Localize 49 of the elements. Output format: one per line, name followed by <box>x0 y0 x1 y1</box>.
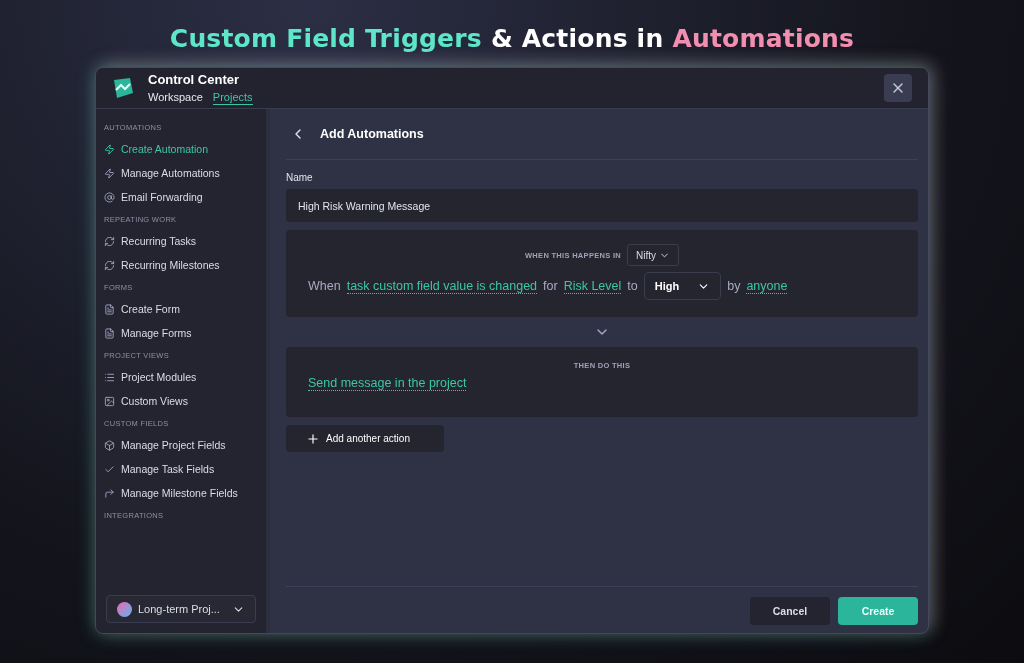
sidebar-item[interactable]: Manage Project Fields <box>96 433 266 457</box>
arrow-icon <box>104 487 115 499</box>
sentence-link[interactable]: task custom field value is changed <box>346 278 538 294</box>
source-select[interactable]: Nifty <box>627 244 679 266</box>
window-title: Control Center <box>148 71 240 87</box>
list-icon <box>104 371 115 383</box>
add-action-button[interactable]: Add another action <box>286 425 444 452</box>
action-link[interactable]: Send message in the project <box>308 376 467 391</box>
document-icon <box>104 327 115 339</box>
sidebar-item[interactable]: Manage Forms <box>96 321 266 345</box>
lightning-icon <box>104 167 115 179</box>
sidebar-item[interactable]: Create Automation <box>96 137 266 161</box>
field-label: Name <box>286 172 314 183</box>
name-input-field[interactable]: High Risk Warning Message <box>286 189 918 222</box>
cancel-button[interactable]: Cancel <box>750 597 830 625</box>
sidebar-item[interactable]: Manage Automations <box>96 161 266 185</box>
checkmark-icon <box>104 463 115 475</box>
page-title: Add Automations <box>320 127 424 141</box>
sidebar-item[interactable]: Email Forwarding <box>96 185 266 209</box>
project-avatar-icon <box>117 601 132 617</box>
sentence-link[interactable]: anyone <box>746 278 788 294</box>
sentence-link[interactable]: Risk Level <box>563 278 622 294</box>
tab[interactable]: Workspace <box>148 90 203 105</box>
sentence-text: to <box>627 279 638 293</box>
sidebar-item[interactable]: Manage Milestone Fields <box>96 481 266 505</box>
tab[interactable]: Projects <box>212 90 253 105</box>
sidebar-item[interactable]: Manage Task Fields <box>96 457 266 481</box>
sidebar-item[interactable]: Project Modules <box>96 365 266 389</box>
headline-part: Custom Field Triggers <box>169 24 482 53</box>
sidebar-item[interactable]: Create Form <box>96 297 266 321</box>
refresh-icon <box>104 235 115 247</box>
lightning-icon <box>104 143 115 155</box>
document-icon <box>104 303 115 315</box>
sentence-text: by <box>727 279 741 293</box>
value-select[interactable]: High <box>643 272 722 300</box>
sidebar-item[interactable]: Custom Views <box>96 389 266 413</box>
sentence-text: When <box>308 279 341 293</box>
sidebar-item[interactable]: Recurring Milestones <box>96 253 266 277</box>
refresh-icon <box>104 259 115 271</box>
project-select[interactable]: Long-term Proj... <box>106 595 256 623</box>
image-icon <box>104 395 115 407</box>
cube-icon <box>104 439 115 451</box>
sentence-text: for <box>543 279 558 293</box>
close-button[interactable] <box>884 74 912 102</box>
at-sign-icon <box>104 191 115 203</box>
plus-icon <box>306 431 320 446</box>
headline-part: & Actions in <box>490 24 664 53</box>
headline-part: Automations <box>672 24 855 53</box>
sidebar-item[interactable]: Recurring Tasks <box>96 229 266 253</box>
